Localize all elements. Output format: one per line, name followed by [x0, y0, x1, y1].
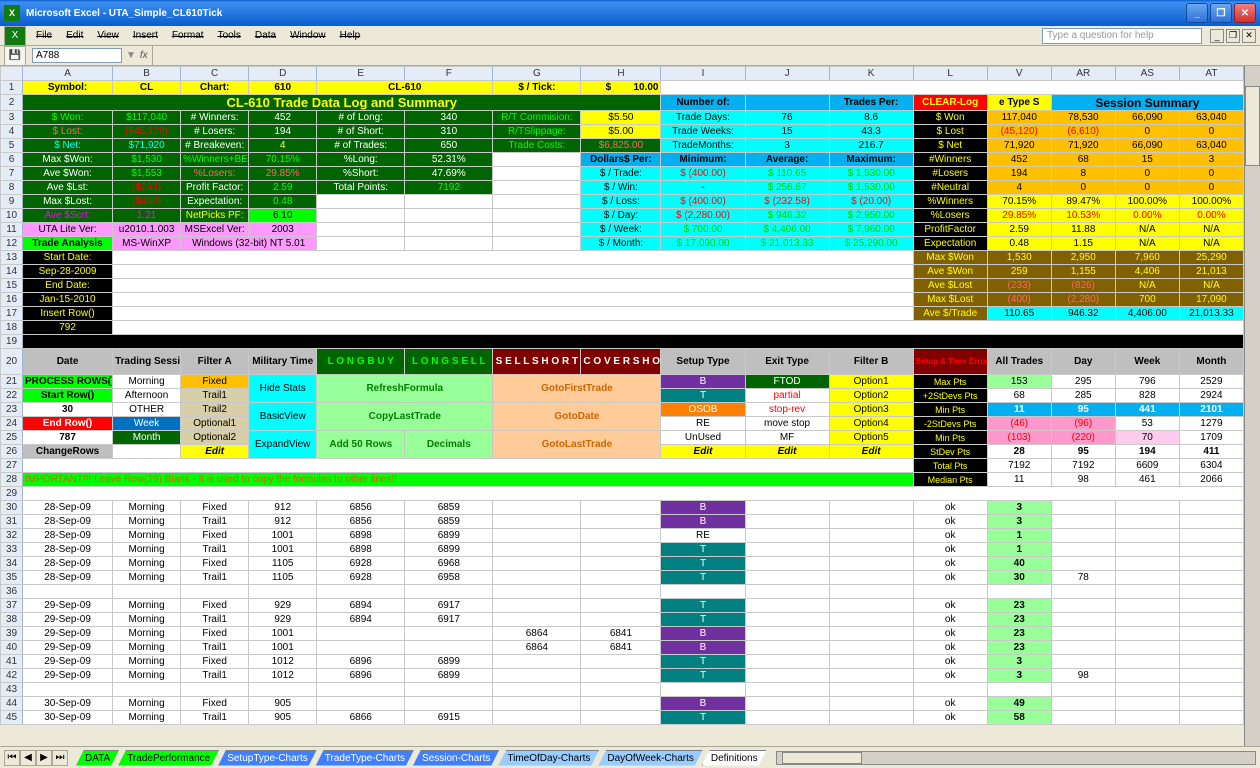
data-row[interactable]: 35 28-Sep-09MorningTrail11105 69286958 T… [1, 571, 1244, 585]
menu-tools[interactable]: Tools [212, 28, 247, 43]
clear-log-button[interactable]: CLEAR-Log [913, 95, 987, 111]
important-note: IMPORTANT!!! Leave Row(29) Blank - It is… [23, 473, 914, 487]
combo: CL-610 [317, 81, 493, 95]
start-row-button[interactable]: Start Row() [23, 389, 113, 403]
horizontal-scrollbar[interactable] [776, 751, 1256, 765]
menu-insert[interactable]: Insert [127, 28, 164, 43]
goto-first-trade-button[interactable]: GotoFirstTrade [493, 375, 661, 403]
tab-setup[interactable]: SetupType-Charts [218, 750, 317, 766]
mdi-close[interactable]: ✕ [1242, 29, 1256, 43]
tab-tradeperf[interactable]: TradePerformance [118, 750, 219, 766]
symbol-label: Symbol: [23, 81, 113, 95]
menu-format[interactable]: Format [166, 28, 210, 43]
mdi-minimize[interactable]: _ [1210, 29, 1224, 43]
ver-label: UTA Lite Ver: [23, 223, 113, 237]
add-50-rows-button[interactable]: Add 50 Rows [317, 431, 405, 459]
mdi-restore[interactable]: ❐ [1226, 29, 1240, 43]
col-headers[interactable]: ABCD EFGH IJKL VARASAT [1, 67, 1244, 81]
tab-next[interactable]: ▶ [36, 750, 52, 766]
tab-definitions[interactable]: Definitions [702, 750, 767, 766]
goto-last-trade-button[interactable]: GotoLastTrade [493, 431, 661, 459]
decimals-button[interactable]: Decimals [405, 431, 493, 459]
tab-timeofday[interactable]: TimeOfDay-Charts [498, 750, 599, 766]
hide-stats-button[interactable]: Hide Stats [249, 375, 317, 403]
sheet-tabs: ⏮ ◀ ▶ ⏭ DATA TradePerformance SetupType-… [0, 746, 1260, 768]
data-row[interactable]: 44 30-Sep-09MorningFixed905 B ok 49 [1, 697, 1244, 711]
save-icon[interactable]: 💾 [4, 46, 26, 66]
chart[interactable]: 610 [249, 81, 317, 95]
trade-analysis[interactable]: Trade Analysis [23, 237, 113, 251]
spreadsheet[interactable]: ABCD EFGH IJKL VARASAT 1 Symbol: CL Char… [0, 66, 1260, 725]
expand-view-button[interactable]: ExpandView [249, 431, 317, 459]
pertick-label: $ / Tick: [493, 81, 581, 95]
change-rows-button[interactable]: ChangeRows [23, 445, 113, 459]
data-row[interactable]: 33 28-Sep-09MorningTrail11001 68986899 T… [1, 543, 1244, 557]
data-row[interactable]: 32 28-Sep-09MorningFixed1001 68986899 RE… [1, 529, 1244, 543]
vertical-scrollbar[interactable] [1244, 66, 1260, 746]
insert-row-button[interactable]: Insert Row() [23, 307, 113, 321]
menu-help[interactable]: Help [334, 28, 367, 43]
data-row[interactable]: 42 29-Sep-09MorningTrail11012 68966899 T… [1, 669, 1244, 683]
pertick[interactable]: $ 10.00 [581, 81, 661, 95]
menubar: X File Edit View Insert Format Tools Dat… [0, 26, 1260, 46]
data-row[interactable]: 45 30-Sep-09MorningTrail1905 68666915 T … [1, 711, 1244, 725]
edit-button-2[interactable]: Edit [661, 445, 745, 459]
maximize-button[interactable]: ❐ [1210, 3, 1232, 23]
help-search[interactable]: Type a question for help [1042, 28, 1202, 44]
formula-bar: 💾 A788 ▼ fx [0, 46, 1260, 66]
window-title: Microsoft Excel - UTA_Simple_CL610Tick [26, 8, 222, 19]
menu-edit[interactable]: Edit [60, 28, 89, 43]
menu-window[interactable]: Window [284, 28, 332, 43]
titlebar: X Microsoft Excel - UTA_Simple_CL610Tick… [0, 0, 1260, 26]
excel-icon: X [4, 5, 20, 21]
symbol[interactable]: CL [113, 81, 181, 95]
tab-dayofweek[interactable]: DayOfWeek-Charts [598, 750, 703, 766]
edit-button-4[interactable]: Edit [829, 445, 913, 459]
data-row[interactable]: 38 29-Sep-09MorningTrail1929 68946917 T … [1, 613, 1244, 627]
menu-view[interactable]: View [91, 28, 125, 43]
menu-data[interactable]: Data [249, 28, 282, 43]
edit-button-3[interactable]: Edit [745, 445, 829, 459]
fx-icon[interactable]: fx [140, 50, 148, 61]
data-row[interactable]: 41 29-Sep-09MorningFixed1012 68966899 T … [1, 655, 1244, 669]
menu-file[interactable]: File [30, 28, 58, 43]
tab-prev[interactable]: ◀ [20, 750, 36, 766]
process-rows-button[interactable]: PROCESS ROWS() [23, 375, 113, 389]
chart-label: Chart: [181, 81, 249, 95]
tab-first[interactable]: ⏮ [4, 750, 20, 766]
data-row[interactable]: 30 28-Sep-09MorningFixed912 68566859 B o… [1, 501, 1244, 515]
data-row[interactable]: 43 [1, 683, 1244, 697]
copy-last-trade-button[interactable]: CopyLastTrade [317, 403, 493, 431]
end-row-button[interactable]: End Row() [23, 417, 113, 431]
data-row[interactable]: 37 29-Sep-09MorningFixed929 68946917 T o… [1, 599, 1244, 613]
data-row[interactable]: 36 [1, 585, 1244, 599]
basic-view-button[interactable]: BasicView [249, 403, 317, 431]
edit-button[interactable]: Edit [181, 445, 249, 459]
data-row[interactable]: 39 29-Sep-09MorningFixed1001 68646841 B … [1, 627, 1244, 641]
app-icon[interactable]: X [4, 26, 26, 46]
refresh-formula-button[interactable]: RefreshFormula [317, 375, 493, 403]
title: CL-610 Trade Data Log and Summary [23, 95, 661, 111]
tab-tradetype[interactable]: TradeType-Charts [316, 750, 414, 766]
data-row[interactable]: 31 28-Sep-09MorningTrail1912 68566859 B … [1, 515, 1244, 529]
name-box[interactable]: A788 [32, 48, 122, 63]
goto-date-button[interactable]: GotoDate [493, 403, 661, 431]
formula-input[interactable] [152, 46, 1256, 65]
data-row[interactable]: 40 29-Sep-09MorningTrail11001 68646841 B… [1, 641, 1244, 655]
tab-last[interactable]: ⏭ [52, 750, 68, 766]
tab-session[interactable]: Session-Charts [413, 750, 499, 766]
close-button[interactable]: ✕ [1234, 3, 1256, 23]
tab-data[interactable]: DATA [76, 750, 119, 766]
data-row[interactable]: 34 28-Sep-09MorningFixed1105 69286968 T … [1, 557, 1244, 571]
minimize-button[interactable]: _ [1186, 3, 1208, 23]
